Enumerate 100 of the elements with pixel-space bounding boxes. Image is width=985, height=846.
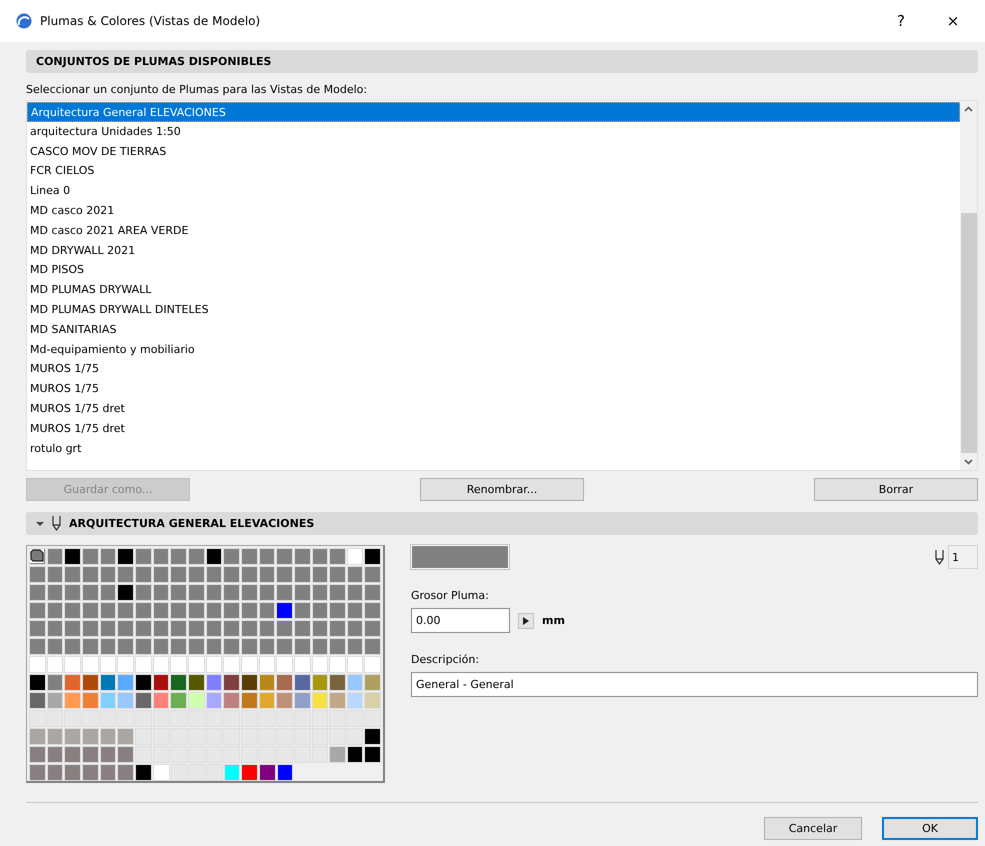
pen-color-swatch[interactable]: [346, 584, 364, 601]
pen-color-swatch[interactable]: [223, 620, 240, 637]
pen-color-swatch[interactable]: [346, 548, 364, 565]
pen-color-swatch[interactable]: [346, 674, 364, 691]
pen-color-swatch[interactable]: [294, 620, 310, 637]
pen-color-swatch[interactable]: [100, 746, 116, 763]
pen-color-swatch[interactable]: [188, 656, 205, 673]
pen-set-item[interactable]: MD casco 2021: [27, 200, 960, 221]
rename-button[interactable]: Renombrar...: [420, 478, 584, 501]
pen-color-swatch[interactable]: [294, 584, 310, 601]
pen-color-swatch[interactable]: [276, 584, 293, 601]
pen-color-swatch[interactable]: [134, 638, 152, 655]
scroll-thumb[interactable]: [960, 213, 976, 453]
pen-color-swatch[interactable]: [364, 584, 382, 601]
pen-color-swatch[interactable]: [170, 620, 187, 637]
pen-color-swatch[interactable]: [82, 548, 99, 565]
pen-color-swatch[interactable]: [29, 692, 46, 709]
pen-color-swatch[interactable]: [117, 620, 134, 637]
pen-color-swatch[interactable]: [46, 566, 64, 583]
pen-color-swatch[interactable]: [134, 728, 152, 745]
pen-set-item[interactable]: MUROS 1/75 dret: [27, 398, 960, 419]
pen-color-swatch[interactable]: [152, 566, 170, 583]
pen-color-swatch[interactable]: [46, 584, 64, 601]
pen-color-swatch[interactable]: [188, 764, 205, 781]
pen-color-swatch[interactable]: [188, 692, 205, 709]
pen-color-swatch[interactable]: [134, 620, 152, 637]
pen-color-swatch[interactable]: [100, 638, 116, 655]
pen-color-swatch[interactable]: [224, 764, 240, 781]
pen-color-swatch[interactable]: [29, 548, 46, 565]
pen-color-swatch[interactable]: [152, 584, 170, 601]
pen-color-swatch[interactable]: [206, 602, 222, 619]
pen-color-swatch[interactable]: [223, 638, 240, 655]
pen-color-swatch[interactable]: [64, 584, 81, 601]
pen-color-swatch[interactable]: [82, 656, 99, 673]
pen-color-swatch[interactable]: [64, 692, 81, 709]
pen-color-swatch[interactable]: [134, 656, 152, 673]
pen-color-swatch[interactable]: [100, 620, 116, 637]
pen-color-swatch[interactable]: [276, 620, 293, 637]
pen-color-swatch[interactable]: [258, 656, 276, 673]
pen-color-swatch[interactable]: [364, 710, 382, 727]
pen-color-swatch[interactable]: [64, 674, 81, 691]
pen-color-swatch[interactable]: [240, 638, 258, 655]
pen-color-swatch[interactable]: [364, 638, 382, 655]
pen-color-swatch[interactable]: [117, 764, 134, 781]
pen-color-swatch[interactable]: [64, 746, 81, 763]
pen-color-swatch[interactable]: [258, 692, 276, 709]
pen-color-swatch[interactable]: [64, 656, 81, 673]
close-button[interactable]: ×: [931, 8, 975, 34]
pen-color-swatch[interactable]: [206, 584, 222, 601]
pen-color-swatch[interactable]: [152, 692, 170, 709]
pen-color-swatch[interactable]: [329, 692, 346, 709]
pen-color-swatch[interactable]: [29, 620, 46, 637]
pen-color-swatch[interactable]: [294, 656, 310, 673]
pen-color-swatch[interactable]: [258, 548, 276, 565]
pen-color-swatch[interactable]: [64, 602, 81, 619]
pen-set-item[interactable]: Md-equipamiento y mobiliario: [27, 340, 960, 360]
pen-color-swatch[interactable]: [100, 584, 116, 601]
pen-color-swatch[interactable]: [134, 602, 152, 619]
pen-color-swatch[interactable]: [188, 620, 205, 637]
pen-color-swatch[interactable]: [152, 764, 170, 781]
pen-color-swatch[interactable]: [170, 638, 187, 655]
pen-color-swatch[interactable]: [364, 548, 382, 565]
pen-color-swatch[interactable]: [152, 602, 170, 619]
pen-color-swatch[interactable]: [100, 728, 116, 745]
pen-color-swatch[interactable]: [241, 764, 258, 781]
pen-color-swatch[interactable]: [206, 566, 222, 583]
pen-color-swatch[interactable]: [240, 584, 258, 601]
pen-set-item[interactable]: MD SANITARIAS: [27, 320, 960, 340]
pen-color-swatch[interactable]: [206, 620, 222, 637]
pen-color-swatch[interactable]: [223, 692, 240, 709]
pen-color-swatch[interactable]: [29, 656, 46, 673]
pen-color-swatch[interactable]: [240, 620, 258, 637]
pen-color-swatch[interactable]: [258, 638, 276, 655]
pen-color-swatch[interactable]: [294, 602, 310, 619]
pen-color-swatch[interactable]: [117, 656, 134, 673]
pen-color-swatch[interactable]: [276, 566, 293, 583]
pen-color-swatch[interactable]: [312, 548, 328, 565]
pen-color-swatch[interactable]: [223, 656, 240, 673]
pen-color-swatch[interactable]: [240, 674, 258, 691]
pen-color-swatch[interactable]: [276, 656, 293, 673]
pen-color-swatch[interactable]: [276, 638, 293, 655]
pen-color-swatch[interactable]: [364, 746, 382, 763]
pen-color-swatch[interactable]: [82, 746, 99, 763]
pen-color-swatch[interactable]: [117, 728, 134, 745]
pen-color-swatch[interactable]: [46, 656, 64, 673]
pen-color-swatch[interactable]: [29, 566, 46, 583]
pen-color-swatch[interactable]: [312, 584, 328, 601]
pen-color-swatch[interactable]: [276, 548, 293, 565]
pen-color-swatch[interactable]: [258, 620, 276, 637]
pen-color-swatch[interactable]: [188, 566, 205, 583]
pen-color-swatch[interactable]: [46, 602, 64, 619]
pen-color-swatch[interactable]: [329, 746, 346, 763]
pen-set-item[interactable]: MUROS 1/75: [27, 359, 960, 380]
pen-color-swatch[interactable]: [312, 656, 328, 673]
pen-set-item[interactable]: arquitectura Unidades 1:50: [27, 122, 960, 142]
pen-color-swatch[interactable]: [223, 602, 240, 619]
cancel-button[interactable]: Cancelar: [764, 817, 862, 840]
pen-color-swatch[interactable]: [29, 602, 46, 619]
thickness-field[interactable]: 0.00: [411, 608, 510, 633]
pen-color-swatch[interactable]: [170, 584, 187, 601]
